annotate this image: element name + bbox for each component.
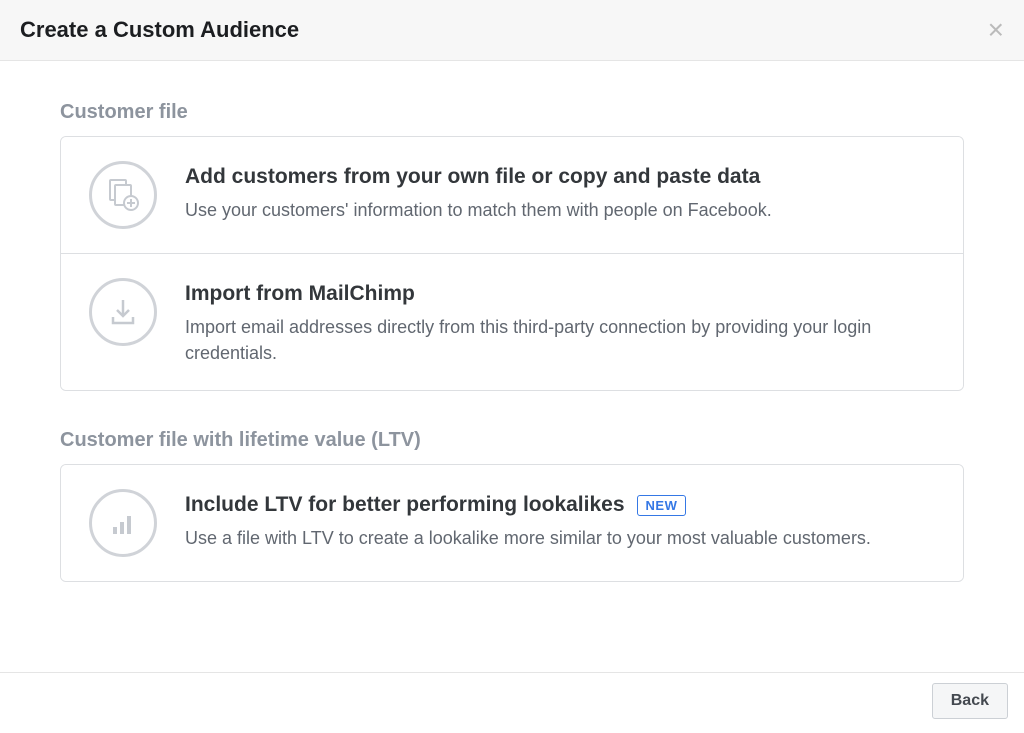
option-mailchimp[interactable]: Import from MailChimp Import email addre… xyxy=(61,253,963,390)
section-label-ltv: Customer file with lifetime value (LTV) xyxy=(60,429,964,452)
section-label-customer-file: Customer file xyxy=(60,101,964,124)
option-ltv-title: Include LTV for better performing lookal… xyxy=(185,493,625,517)
file-add-icon xyxy=(89,161,157,229)
option-own-file-desc: Use your customers' information to match… xyxy=(185,197,935,223)
option-mailchimp-body: Import from MailChimp Import email addre… xyxy=(185,278,935,366)
close-button[interactable]: × xyxy=(988,16,1004,44)
dialog-header: Create a Custom Audience × xyxy=(0,0,1024,61)
option-ltv[interactable]: Include LTV for better performing lookal… xyxy=(61,465,963,581)
dialog-content: Customer file Add customers from your ow… xyxy=(0,61,1024,640)
option-own-file-title: Add customers from your own file or copy… xyxy=(185,165,760,189)
customer-file-options: Add customers from your own file or copy… xyxy=(60,136,964,391)
close-icon: × xyxy=(988,14,1004,45)
bar-chart-icon xyxy=(89,489,157,557)
download-icon xyxy=(89,278,157,346)
option-mailchimp-title: Import from MailChimp xyxy=(185,282,415,306)
dialog-footer: Back xyxy=(0,672,1024,733)
back-button[interactable]: Back xyxy=(932,683,1008,719)
option-own-file[interactable]: Add customers from your own file or copy… xyxy=(61,137,963,253)
ltv-options: Include LTV for better performing lookal… xyxy=(60,464,964,582)
new-badge: NEW xyxy=(637,495,687,516)
option-mailchimp-desc: Import email addresses directly from thi… xyxy=(185,314,935,366)
option-own-file-body: Add customers from your own file or copy… xyxy=(185,161,935,223)
option-ltv-body: Include LTV for better performing lookal… xyxy=(185,489,935,551)
dialog-title: Create a Custom Audience xyxy=(20,17,299,43)
option-ltv-desc: Use a file with LTV to create a lookalik… xyxy=(185,525,935,551)
